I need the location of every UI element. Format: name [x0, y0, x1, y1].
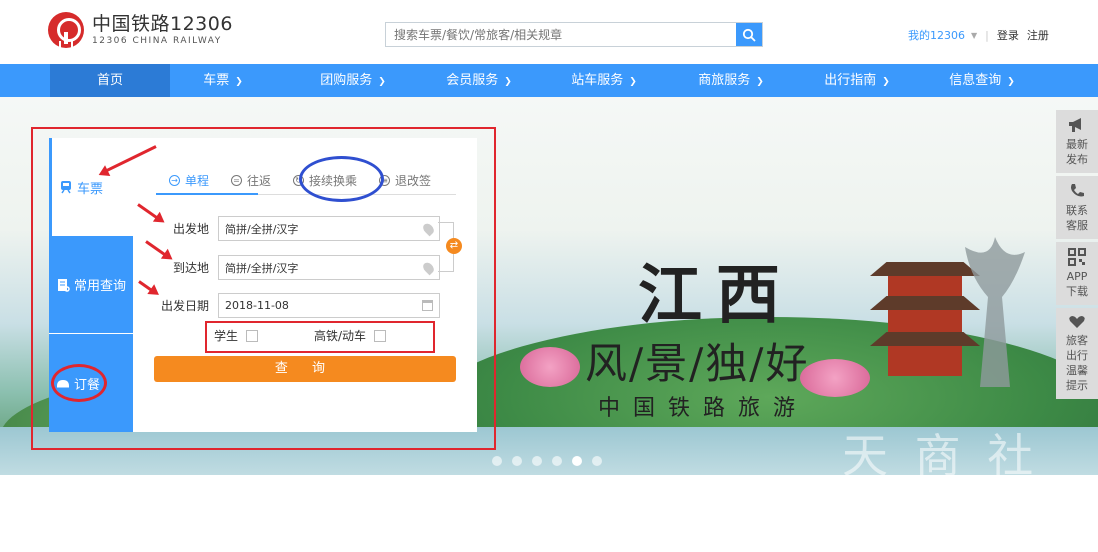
- chevron-down-icon: ❯: [1007, 77, 1015, 87]
- nav-label: 首页: [96, 73, 123, 88]
- annotation-box: [205, 321, 435, 353]
- main-nav: 首页 车票 ❯ 团购服务 ❯ 会员服务 ❯ 站车服务 ❯ 商旅服务 ❯ 出行指南 ❯ 信息查…: [0, 64, 1098, 97]
- banner-tagline: 中国铁路旅游: [598, 396, 809, 421]
- nav-item-station[interactable]: 站车服务 ❯: [544, 64, 664, 97]
- carousel-dot[interactable]: [592, 456, 602, 466]
- annotation-ellipse: [51, 364, 107, 402]
- heart-hand-icon: [1069, 316, 1085, 328]
- nav-label: 站车服务: [571, 73, 624, 88]
- my-account-link[interactable]: 我的12306: [908, 27, 965, 43]
- nav-item-guide[interactable]: 出行指南 ❯: [797, 64, 917, 97]
- carousel-dot[interactable]: [492, 456, 502, 466]
- tool-travel-tips[interactable]: 旅客出行温馨提示: [1056, 308, 1098, 399]
- tool-app-download[interactable]: APP下载: [1056, 242, 1098, 305]
- tool-contact-service[interactable]: 联系客服: [1056, 176, 1098, 239]
- nav-item-info[interactable]: 信息查询 ❯: [922, 64, 1042, 97]
- carousel-dot[interactable]: [552, 456, 562, 466]
- tool-label: 旅客出行温馨提示: [1066, 334, 1088, 392]
- banner-scenery: [520, 347, 580, 387]
- site-logo[interactable]: 中国铁路12306 12306 CHINA RAILWAY: [48, 12, 233, 48]
- search-button[interactable]: [736, 23, 762, 46]
- register-link[interactable]: 注册: [1027, 27, 1049, 43]
- chevron-down-icon: ❯: [235, 77, 243, 87]
- search-input[interactable]: [386, 23, 736, 46]
- railway-logo-icon: [48, 12, 84, 48]
- carousel-dot[interactable]: [512, 456, 522, 466]
- carousel-dot-active[interactable]: [572, 456, 582, 466]
- nav-item-business[interactable]: 商旅服务 ❯: [671, 64, 791, 97]
- tool-label: APP下载: [1066, 270, 1088, 298]
- banner-title: 江西: [638, 258, 794, 333]
- chevron-down-icon: ❯: [882, 77, 890, 87]
- site-search: [385, 22, 763, 47]
- nav-label: 团购服务: [320, 73, 373, 88]
- chevron-down-icon: ▼: [971, 30, 978, 40]
- nav-item-tickets[interactable]: 车票 ❯: [163, 64, 283, 97]
- nav-label: 出行指南: [824, 73, 877, 88]
- logo-subtitle: 12306 CHINA RAILWAY: [92, 36, 222, 46]
- carousel-dot[interactable]: [532, 456, 542, 466]
- nav-label: 商旅服务: [698, 73, 751, 88]
- tool-label: 最新发布: [1066, 138, 1088, 166]
- nav-item-home[interactable]: 首页: [50, 64, 170, 97]
- annotation-ellipse: [299, 156, 384, 202]
- logo-title: 中国铁路12306: [92, 13, 233, 35]
- chevron-down-icon: ❯: [756, 77, 764, 87]
- nav-item-group[interactable]: 团购服务 ❯: [293, 64, 413, 97]
- search-icon: [742, 28, 756, 42]
- banner-statue: [965, 237, 1025, 387]
- chevron-down-icon: ❯: [629, 77, 637, 87]
- nav-label: 会员服务: [446, 73, 499, 88]
- account-links: 我的12306 ▼ | 登录 注册: [908, 27, 1057, 43]
- side-toolbar: 最新发布 联系客服 APP下载 旅客出行温馨提示: [1056, 110, 1098, 402]
- page-spacer: [0, 475, 1098, 500]
- phone-icon: [1071, 184, 1084, 197]
- site-header: 中国铁路12306 12306 CHINA RAILWAY 我的12306 ▼ …: [0, 0, 1098, 64]
- tool-latest-news[interactable]: 最新发布: [1056, 110, 1098, 173]
- banner-scenery: [800, 359, 870, 397]
- chevron-down-icon: ❯: [504, 77, 512, 87]
- megaphone-icon: [1069, 118, 1081, 132]
- chevron-down-icon: ❯: [378, 77, 386, 87]
- nav-label: 信息查询: [949, 73, 1002, 88]
- banner-subtitle: 风/景/独/好: [585, 339, 810, 388]
- qrcode-icon: [1068, 248, 1086, 266]
- nav-label: 车票: [203, 73, 230, 88]
- carousel-dots: [492, 456, 602, 466]
- divider: |: [985, 28, 989, 42]
- nav-item-member[interactable]: 会员服务 ❯: [419, 64, 539, 97]
- tool-label: 联系客服: [1066, 204, 1088, 232]
- login-link[interactable]: 登录: [997, 27, 1019, 43]
